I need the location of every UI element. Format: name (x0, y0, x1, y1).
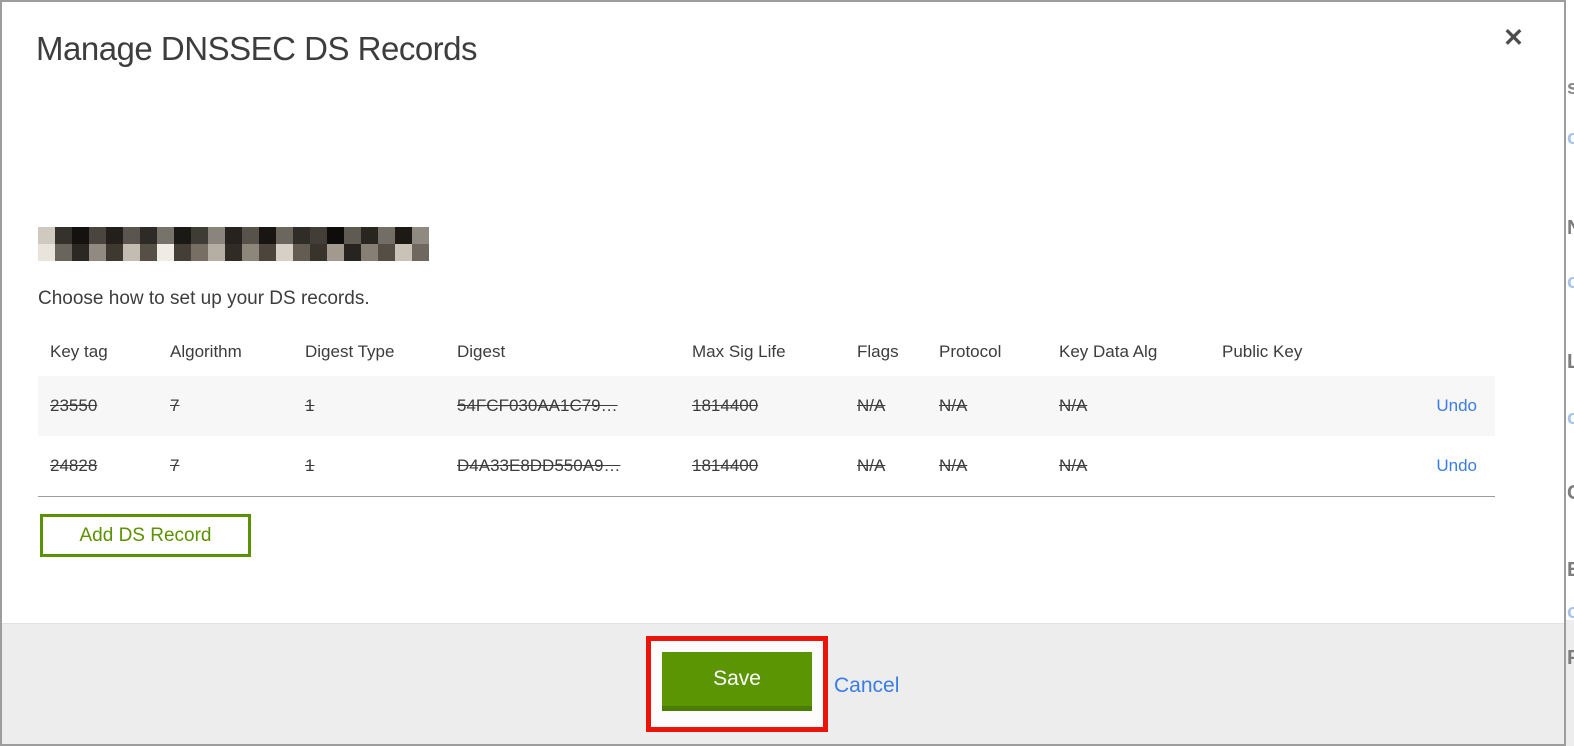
cancel-link[interactable]: Cancel (834, 674, 899, 698)
modal-footer: Save Cancel (2, 623, 1564, 744)
col-header-protocol: Protocol (939, 342, 1002, 361)
cell-key-data-alg: N/A (1059, 396, 1088, 415)
redacted-domain-name (38, 227, 429, 261)
screenshot-root: Manage DNSSEC DS Records ✕ Choose how to… (0, 0, 1574, 746)
col-header-flags: Flags (857, 342, 899, 361)
cell-public-key (1210, 436, 1370, 497)
cell-digest-type: 1 (305, 396, 315, 415)
modal-title: Manage DNSSEC DS Records (36, 30, 478, 67)
save-button[interactable]: Save (662, 652, 812, 711)
cell-max-sig-life: 1814400 (692, 396, 759, 415)
cell-max-sig-life: 1814400 (680, 436, 845, 497)
cell-digest: D4A33E8DD550A9… (445, 436, 680, 497)
cell-digest-type: 1 (293, 436, 445, 497)
instruction-text: Choose how to set up your DS records. (38, 288, 370, 309)
cell-algorithm: 7 (170, 396, 180, 415)
col-header-digest: Digest (457, 342, 506, 361)
annotation-highlight-box: Save (646, 636, 828, 732)
manage-dnssec-modal: Manage DNSSEC DS Records ✕ Choose how to… (0, 0, 1566, 746)
col-header-key-data-alg: Key Data Alg (1059, 342, 1158, 361)
background-page-footer (1566, 620, 1574, 746)
cell-algorithm: 7 (158, 436, 293, 497)
cell-protocol: N/A (939, 396, 968, 415)
ds-records-table: Key tag Algorithm Digest Type Digest Max… (38, 330, 1495, 497)
col-header-key-tag: Key tag (50, 342, 108, 361)
undo-link[interactable]: Undo (1436, 456, 1477, 475)
cell-public-key (1210, 376, 1370, 436)
col-header-max-sig-life: Max Sig Life (692, 342, 786, 361)
cell-flags: N/A (857, 396, 886, 415)
cell-key-tag: 23550 (50, 396, 98, 415)
undo-link[interactable]: Undo (1436, 396, 1477, 415)
cell-protocol: N/A (927, 436, 1047, 497)
col-header-algorithm: Algorithm (170, 342, 242, 361)
col-header-public-key: Public Key (1222, 342, 1303, 361)
cell-flags: N/A (845, 436, 927, 497)
table-row: 23550 7 1 54FCF030AA1C79… 1814400 N/A N/… (38, 376, 1495, 436)
col-header-actions (1370, 330, 1495, 376)
table-row: 24828 7 1 D4A33E8DD550A9… 1814400 N/A N/… (38, 436, 1495, 497)
add-ds-record-button[interactable]: Add DS Record (40, 514, 251, 557)
cell-digest: 54FCF030AA1C79… (457, 396, 618, 415)
col-header-digest-type: Digest Type (305, 342, 395, 361)
background-page-strip: soNoLoCEoP (1566, 0, 1574, 746)
table-header-row: Key tag Algorithm Digest Type Digest Max… (38, 330, 1495, 376)
close-icon[interactable]: ✕ (1501, 24, 1526, 53)
cell-key-data-alg: N/A (1047, 436, 1210, 497)
cell-key-tag: 24828 (38, 436, 158, 497)
